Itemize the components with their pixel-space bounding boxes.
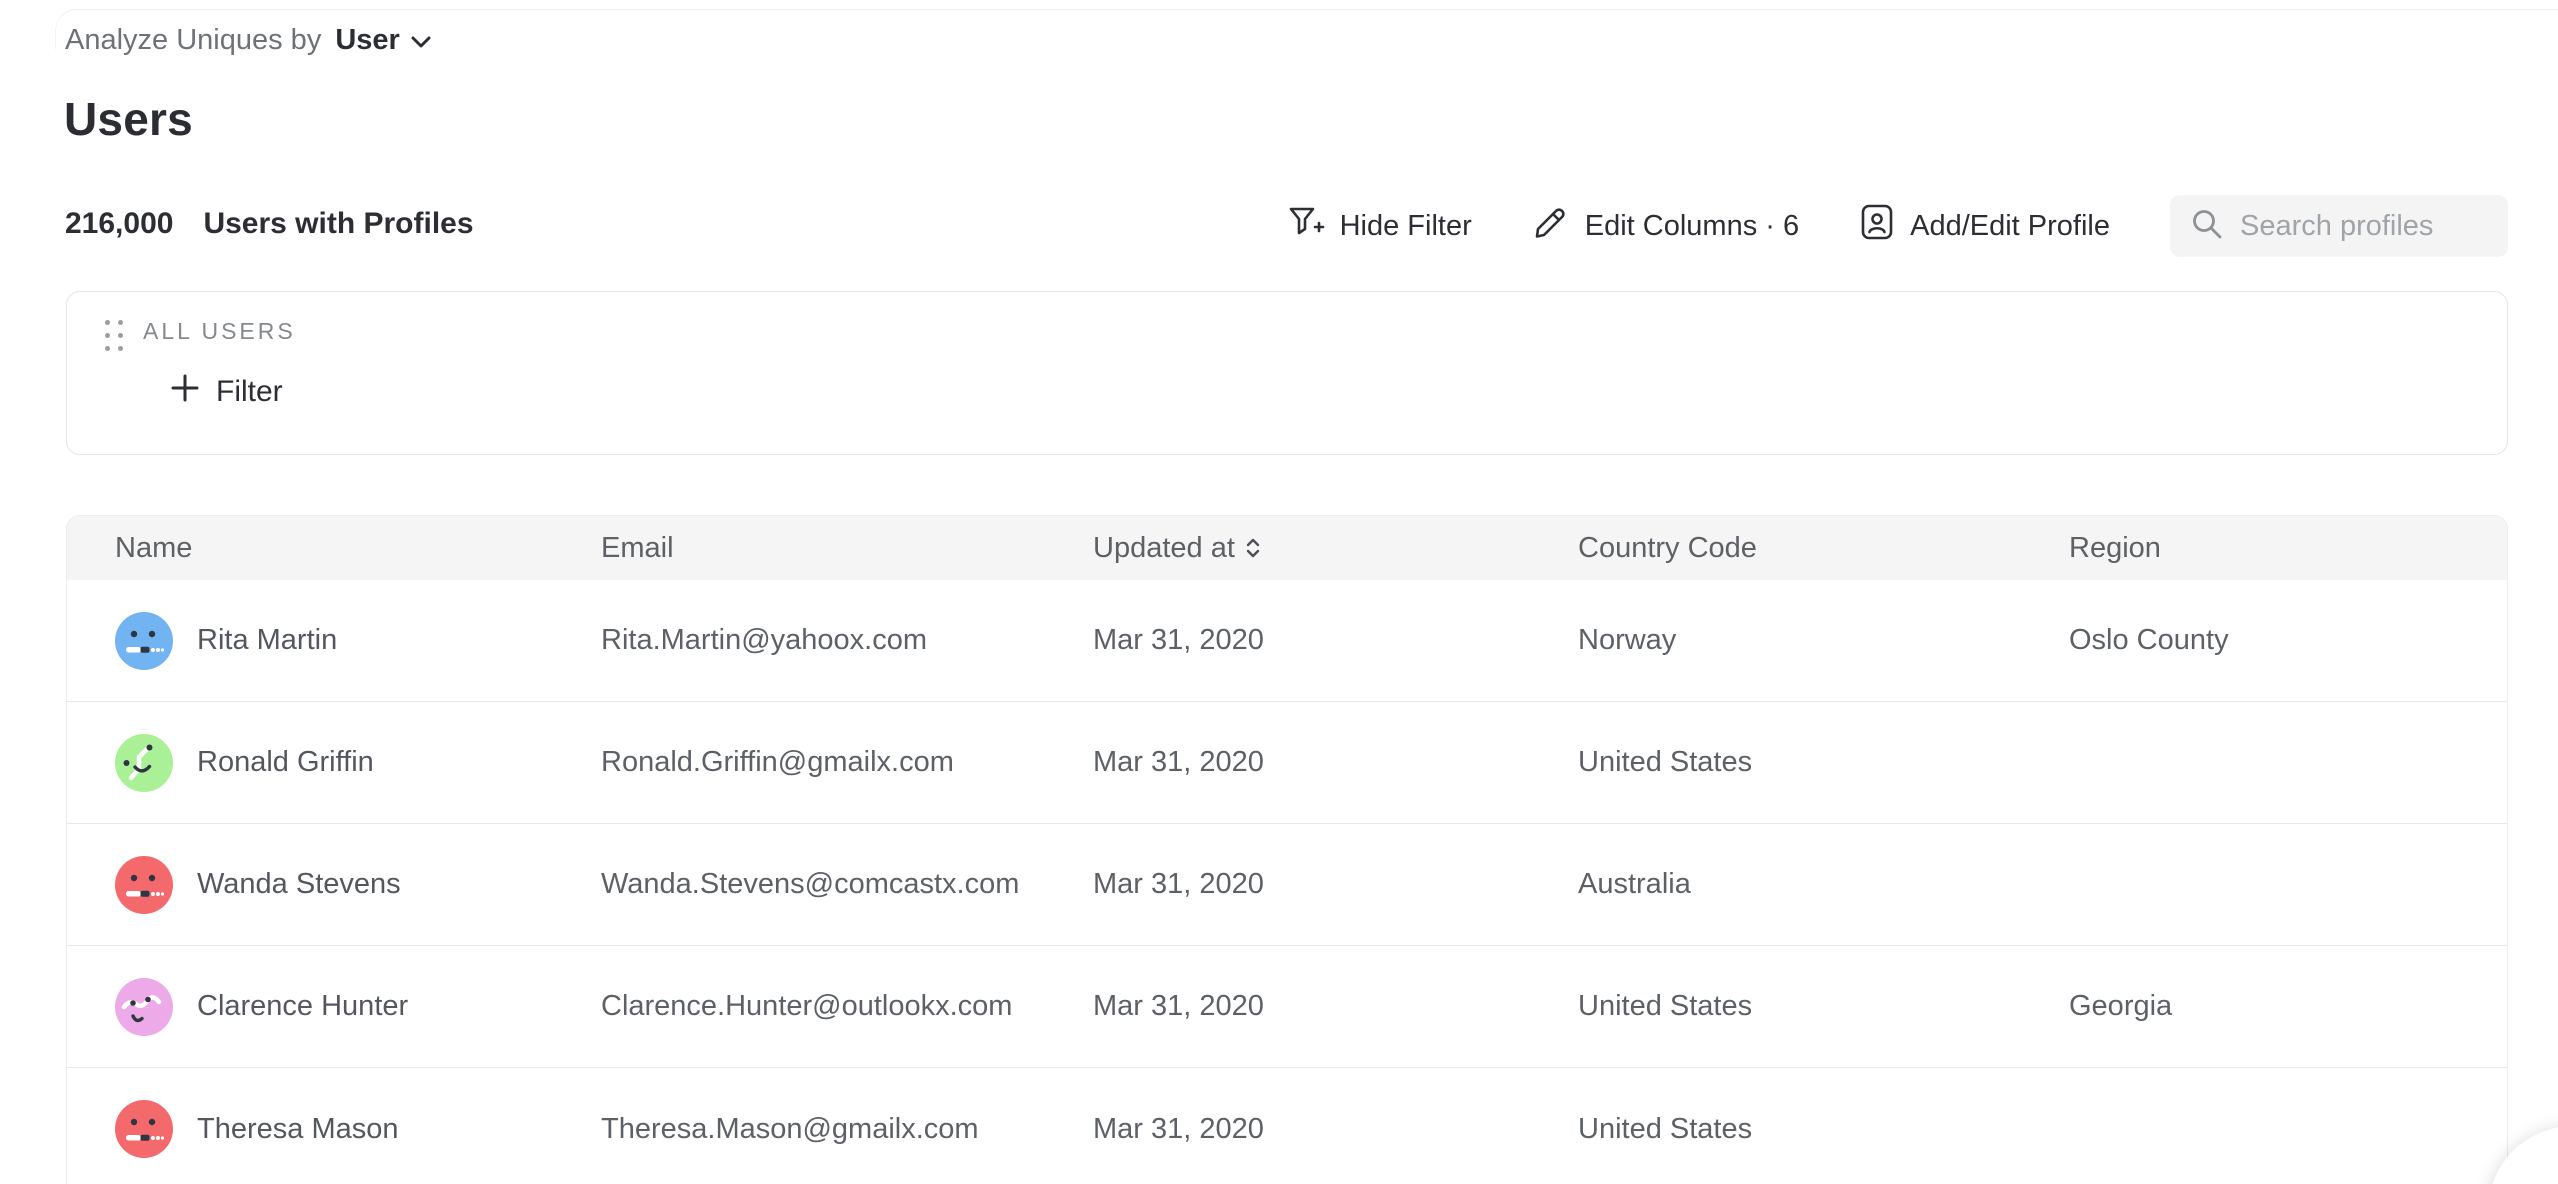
user-avatar [115,612,173,670]
toolbar: Hide Filter Edit Columns · 6 Add/Edit Pr… [1285,194,2508,258]
users-table: Name Email Updated at Country Code Regio… [66,515,2508,1184]
user-name: Ronald Griffin [197,746,374,779]
chevron-down-icon [410,24,432,57]
user-updated-at: Mar 31, 2020 [1093,624,1578,657]
analyze-uniques-value: User [335,24,400,57]
analyze-uniques-row: Analyze Uniques by User [65,24,432,57]
edit-columns-button[interactable]: Edit Columns · 6 [1532,203,1799,249]
analyze-uniques-dropdown[interactable]: User [335,24,432,57]
user-avatar [115,856,173,914]
profile-badge-icon [1859,202,1895,250]
add-filter-label: Filter [216,375,283,409]
drag-handle-icon[interactable] [105,320,124,352]
user-region: Georgia [2069,990,2507,1023]
user-country: Australia [1578,868,2069,901]
search-icon [2190,207,2224,246]
profiles-count-row: 216,000 Users with Profiles [65,207,474,241]
column-header-country-code[interactable]: Country Code [1578,532,2069,565]
plus-icon [171,374,199,410]
users-page: Analyze Uniques by User Users 216,000 Us… [0,0,2558,1184]
column-header-updated-at[interactable]: Updated at [1093,532,1578,565]
hide-filter-label: Hide Filter [1340,210,1472,243]
user-email: Theresa.Mason@gmailx.com [601,1113,1093,1146]
add-edit-profile-label: Add/Edit Profile [1910,210,2110,243]
analyze-uniques-label: Analyze Uniques by [65,24,321,57]
user-name: Wanda Stevens [197,868,401,901]
user-email: Clarence.Hunter@outlookx.com [601,990,1093,1023]
all-users-label: ALL USERS [143,318,296,345]
user-updated-at: Mar 31, 2020 [1093,1113,1578,1146]
user-country: United States [1578,1113,2069,1146]
table-row[interactable]: Theresa Mason Theresa.Mason@gmailx.com M… [67,1068,2507,1184]
add-edit-profile-button[interactable]: Add/Edit Profile [1859,202,2110,250]
user-avatar [115,978,173,1036]
user-country: Norway [1578,624,2069,657]
user-avatar [115,734,173,792]
search-profiles-box[interactable] [2170,195,2508,257]
column-header-email[interactable]: Email [601,532,1093,565]
user-name: Clarence Hunter [197,990,408,1023]
user-email: Rita.Martin@yahoox.com [601,624,1093,657]
user-avatar [115,1100,173,1158]
add-filter-button[interactable]: Filter [171,374,283,410]
user-name: Rita Martin [197,624,337,657]
column-header-name[interactable]: Name [115,532,601,565]
user-email: Wanda.Stevens@comcastx.com [601,868,1093,901]
user-updated-at: Mar 31, 2020 [1093,746,1578,779]
user-region: Oslo County [2069,624,2507,657]
table-header-row: Name Email Updated at Country Code Regio… [67,516,2507,580]
user-updated-at: Mar 31, 2020 [1093,868,1578,901]
user-country: United States [1578,990,2069,1023]
profiles-count: 216,000 [65,207,173,241]
table-row[interactable]: Rita Martin Rita.Martin@yahoox.com Mar 3… [67,580,2507,702]
filter-plus-icon [1285,203,1325,249]
user-country: United States [1578,746,2069,779]
column-header-region[interactable]: Region [2069,532,2507,565]
search-profiles-input[interactable] [2240,210,2488,243]
sort-icon[interactable] [1245,537,1261,559]
filter-panel: ALL USERS Filter [66,291,2508,455]
edit-columns-label: Edit Columns · 6 [1585,210,1799,243]
hide-filter-button[interactable]: Hide Filter [1285,203,1472,249]
user-email: Ronald.Griffin@gmailx.com [601,746,1093,779]
user-name: Theresa Mason [197,1113,399,1146]
profiles-count-label: Users with Profiles [203,207,473,241]
page-title: Users [64,92,193,146]
user-updated-at: Mar 31, 2020 [1093,990,1578,1023]
table-row[interactable]: Wanda Stevens Wanda.Stevens@comcastx.com… [67,824,2507,946]
pencil-icon [1532,203,1570,249]
table-row[interactable]: Ronald Griffin Ronald.Griffin@gmailx.com… [67,702,2507,824]
table-row[interactable]: Clarence Hunter Clarence.Hunter@outlookx… [67,946,2507,1068]
